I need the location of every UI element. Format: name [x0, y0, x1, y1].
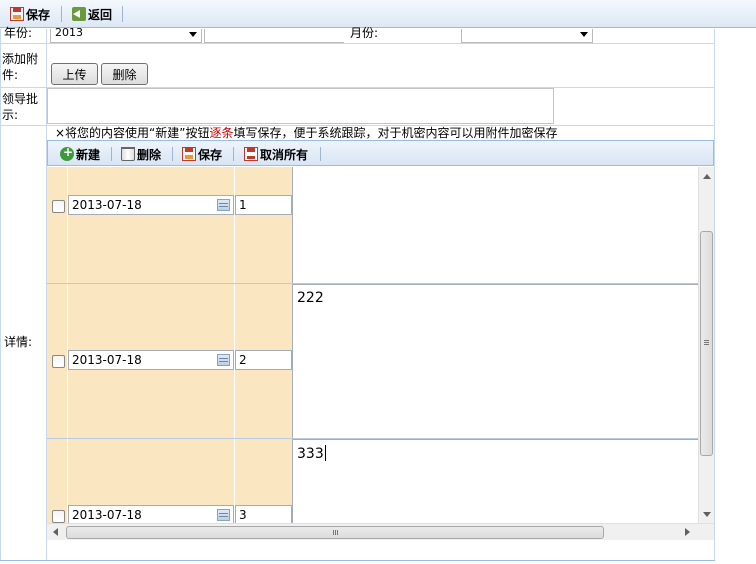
grip-icon [704, 340, 709, 341]
table-row: 2013-07-18 3 333 [47, 439, 698, 523]
scroll-right-icon[interactable] [685, 528, 690, 536]
grid-toolbar-divider [172, 147, 173, 161]
row-content-field[interactable] [292, 167, 698, 283]
form-border-left [0, 29, 1, 561]
leader-instruction-field[interactable] [47, 88, 554, 124]
chevron-down-icon [189, 32, 197, 37]
row-checkbox[interactable] [52, 510, 65, 523]
hint-highlight: 逐条 [209, 126, 234, 140]
grid-save-label: 保存 [198, 147, 223, 162]
top-toolbar: 保存 返回 [0, 0, 756, 28]
grid-toolbar-divider [233, 147, 234, 161]
toolbar-divider [61, 6, 62, 22]
row-date-input[interactable]: 2013-07-18 [68, 505, 234, 523]
back-icon [72, 7, 86, 21]
new-row-button[interactable]: 新建 [60, 145, 101, 162]
row-content-field[interactable]: 222 [292, 284, 698, 438]
grid-toolbar-divider [320, 147, 321, 161]
form-border-bottom [0, 560, 715, 561]
delete-row-button[interactable]: 删除 [121, 146, 161, 162]
attachment-label: 添加附件: [2, 52, 39, 82]
calendar-icon[interactable] [217, 199, 230, 211]
save-button-label: 保存 [26, 7, 51, 22]
toolbar-divider [122, 6, 123, 22]
calendar-icon[interactable] [217, 509, 230, 521]
scroll-down-icon[interactable] [703, 512, 711, 517]
hint-suffix: 填写保存，便于系统跟踪，对于机密内容可以用附件加密保存 [233, 126, 558, 140]
row-select-cell [47, 167, 67, 283]
chevron-down-icon [580, 32, 588, 37]
leader-instruction-label: 领导批示: [2, 92, 39, 122]
row-seq-input[interactable]: 2 [235, 350, 292, 370]
vertical-scrollbar[interactable] [698, 167, 714, 523]
scroll-up-icon[interactable] [703, 174, 711, 179]
save-icon [182, 147, 196, 161]
delete-row-label: 删除 [137, 147, 162, 162]
vertical-scroll-thumb[interactable] [700, 231, 713, 456]
row-seq-input[interactable]: 3 [235, 505, 292, 523]
new-row-label: 新建 [76, 147, 101, 162]
delete-attachment-button[interactable]: 删除 [101, 63, 148, 85]
add-icon [60, 145, 74, 161]
save-button[interactable]: 保存 [10, 5, 50, 23]
row-seq-input[interactable]: 1 [235, 195, 292, 215]
hint-prefix: ×将您的内容使用“新建”按钮 [55, 126, 210, 140]
trash-icon [121, 147, 135, 161]
cancel-all-label: 取消所有 [260, 147, 309, 162]
grid-body: 2013-07-18 1 2013-07-18 2 222 2013-07-18… [47, 167, 698, 523]
row-divider [0, 43, 715, 44]
cancel-all-button[interactable]: 取消所有 [244, 146, 308, 162]
grid-toolbar: 新建 删除 保存 取消所有 [47, 140, 714, 166]
row-date-cell [68, 167, 234, 283]
text-caret [324, 445, 326, 461]
month-label: 月份: [350, 26, 379, 40]
row-seq-cell [235, 167, 292, 283]
year-select[interactable]: 2013 [50, 26, 202, 43]
grid-save-button[interactable]: 保存 [182, 146, 222, 162]
calendar-icon[interactable] [217, 354, 230, 366]
row-checkbox[interactable] [52, 200, 65, 213]
table-row: 2013-07-18 2 222 [47, 284, 698, 439]
row-date-input[interactable]: 2013-07-18 [68, 195, 234, 215]
year-select-value: 2013 [55, 26, 83, 39]
table-row: 2013-07-18 1 [47, 167, 698, 284]
back-button-label: 返回 [88, 7, 113, 22]
row-content-field[interactable]: 333 [292, 439, 698, 523]
save-icon [10, 7, 24, 21]
horizontal-scroll-thumb[interactable] [66, 526, 604, 539]
row-date-input[interactable]: 2013-07-18 [68, 350, 234, 370]
year-spacer [204, 29, 344, 43]
row-content-text: 333 [297, 446, 324, 462]
cancel-icon [244, 147, 258, 161]
grip-icon [333, 530, 334, 535]
form-border-right [714, 29, 715, 561]
details-label: 详情: [4, 335, 33, 349]
month-select[interactable] [461, 29, 593, 43]
grid-toolbar-divider [111, 147, 112, 161]
hint-text: ×将您的内容使用“新建”按钮逐条填写保存，便于系统跟踪，对于机密内容可以用附件加… [55, 125, 558, 141]
row-checkbox[interactable] [52, 355, 65, 368]
scroll-left-icon[interactable] [53, 528, 58, 536]
back-button[interactable]: 返回 [72, 5, 112, 23]
horizontal-scrollbar[interactable] [47, 523, 714, 540]
year-label: 年份: [4, 26, 33, 40]
upload-button[interactable]: 上传 [51, 63, 98, 85]
